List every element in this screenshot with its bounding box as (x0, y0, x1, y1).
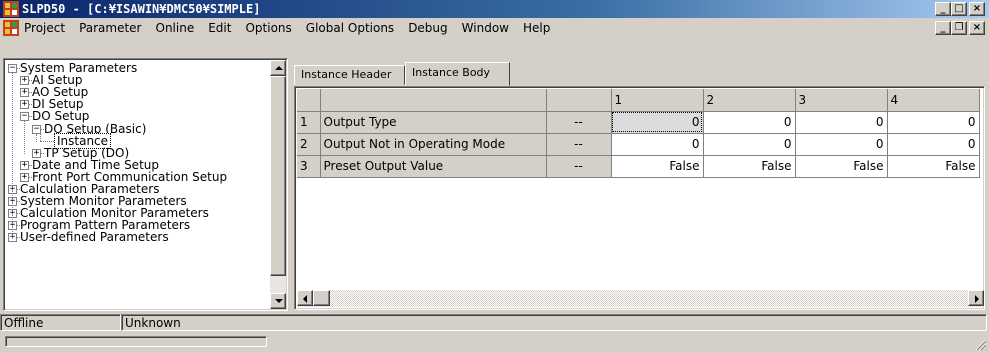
expand-icon[interactable]: + (20, 76, 29, 86)
parameter-name: Output Not in Operating Mode (320, 133, 547, 156)
arrow-up-icon (275, 66, 283, 70)
scroll-left-button[interactable] (297, 290, 313, 306)
title-bar: SLPD50 - [C:¥ISAWIN¥DMC50¥SIMPLE] _ □ × (0, 0, 989, 18)
column-header[interactable]: 3 (795, 89, 888, 112)
expand-icon[interactable]: + (20, 160, 29, 170)
menu-edit[interactable]: Edit (201, 21, 238, 35)
status-device: Unknown (121, 314, 987, 331)
value-cell[interactable]: False (887, 155, 980, 178)
table-row: 2 Output Not in Operating Mode -- 0 0 0 … (297, 133, 980, 156)
arrow-down-icon (275, 299, 283, 303)
column-header[interactable]: 1 (611, 89, 704, 112)
status-connection: Offline (0, 314, 121, 331)
tree-item-label: User-defined Parameters (20, 230, 169, 245)
menu-debug[interactable]: Debug (401, 21, 454, 35)
value-cell[interactable]: 0 (703, 111, 796, 134)
expand-icon[interactable]: + (20, 88, 29, 98)
doc-minimize-button[interactable]: _ (935, 21, 951, 35)
scroll-thumb[interactable] (313, 290, 330, 306)
menu-bar: Project Parameter Online Edit Options Gl… (0, 18, 989, 38)
collapse-icon[interactable]: − (8, 64, 17, 73)
arrow-left-icon (303, 295, 307, 303)
tree-guide-line (12, 73, 13, 239)
parameter-table: 1 2 3 4 1 Output Type -- 0 0 0 0 2 Outpu… (297, 89, 980, 178)
tree-guide-line (36, 133, 37, 142)
table-row: 3 Preset Output Value -- False False Fal… (297, 155, 980, 178)
maximize-icon: □ (954, 3, 964, 14)
status-bar: Offline Unknown (0, 313, 989, 331)
column-header[interactable]: 2 (703, 89, 796, 112)
maximize-button[interactable]: □ (951, 2, 967, 16)
resize-grip-icon[interactable] (975, 339, 987, 351)
tree-items: − System Parameters + AI Setup + AO Setup + DI … (4, 59, 270, 310)
tree-vertical-scrollbar[interactable] (270, 60, 286, 309)
tree-item[interactable]: User-defined Parameters (20, 231, 169, 244)
unit-cell: -- (546, 133, 612, 156)
instance-grid[interactable]: 1 2 3 4 1 Output Type -- 0 0 0 0 2 Outpu… (294, 86, 985, 310)
value-cell[interactable]: False (611, 155, 704, 178)
unit-header (546, 89, 612, 112)
unit-cell: -- (546, 155, 612, 178)
value-cell[interactable]: False (703, 155, 796, 178)
expand-icon[interactable]: + (20, 172, 29, 182)
scroll-up-button[interactable] (270, 60, 286, 76)
tab-instance-header[interactable]: Instance Header (294, 65, 405, 85)
progress-area (0, 331, 989, 353)
row-number: 1 (297, 111, 321, 134)
table-row: 1 Output Type -- 0 0 0 0 (297, 111, 980, 134)
row-number: 3 (297, 155, 321, 178)
close-icon: × (972, 3, 982, 14)
tree-connector (40, 130, 41, 141)
menu-options[interactable]: Options (238, 21, 298, 35)
value-cell[interactable]: 0 (795, 111, 888, 134)
value-cell[interactable]: 0 (703, 133, 796, 156)
minimize-icon: _ (940, 3, 946, 14)
name-header (320, 89, 547, 112)
unit-cell: -- (546, 111, 612, 134)
scroll-right-button[interactable] (968, 290, 984, 306)
value-cell[interactable]: 0 (795, 133, 888, 156)
menu-global-options[interactable]: Global Options (299, 21, 401, 35)
value-cell[interactable]: 0 (611, 111, 704, 134)
value-cell[interactable]: 0 (887, 133, 980, 156)
tree-guide-line (24, 121, 25, 154)
value-cell[interactable]: 0 (611, 133, 704, 156)
column-header[interactable]: 4 (887, 89, 980, 112)
header-row: 1 2 3 4 (297, 89, 980, 112)
minimize-icon: _ (940, 22, 946, 33)
parameter-tree[interactable]: − System Parameters + AI Setup + AO Setup + DI … (3, 58, 288, 311)
menu-project[interactable]: Project (24, 21, 72, 35)
tree-connector (40, 140, 54, 142)
restore-icon: ❐ (954, 22, 964, 33)
menu-help[interactable]: Help (516, 21, 557, 35)
parameter-name: Output Type (320, 111, 547, 134)
row-number: 2 (297, 133, 321, 156)
progress-bar (5, 336, 267, 347)
doc-close-button[interactable]: × (969, 21, 985, 35)
close-icon: × (972, 22, 982, 33)
menu-online[interactable]: Online (149, 21, 202, 35)
arrow-right-icon (975, 295, 979, 303)
scroll-thumb[interactable] (270, 76, 286, 276)
tab-instance-body[interactable]: Instance Body (405, 62, 510, 86)
document-icon[interactable] (3, 20, 19, 36)
collapse-icon[interactable]: − (20, 112, 29, 122)
menu-window[interactable]: Window (455, 21, 516, 35)
expand-icon[interactable]: + (20, 100, 29, 110)
expand-icon[interactable]: + (32, 148, 41, 158)
app-icon (3, 1, 19, 17)
value-cell[interactable]: 0 (887, 111, 980, 134)
parameter-name: Preset Output Value (320, 155, 547, 178)
window-title: SLPD50 - [C:¥ISAWIN¥DMC50¥SIMPLE] (22, 2, 261, 16)
value-cell[interactable]: False (795, 155, 888, 178)
scroll-down-button[interactable] (270, 293, 286, 309)
corner-header (297, 89, 321, 112)
minimize-button[interactable]: _ (935, 2, 951, 16)
grid-horizontal-scrollbar[interactable] (297, 290, 984, 307)
menu-parameter[interactable]: Parameter (72, 21, 148, 35)
close-button[interactable]: × (969, 2, 985, 16)
doc-restore-button[interactable]: ❐ (951, 21, 967, 35)
